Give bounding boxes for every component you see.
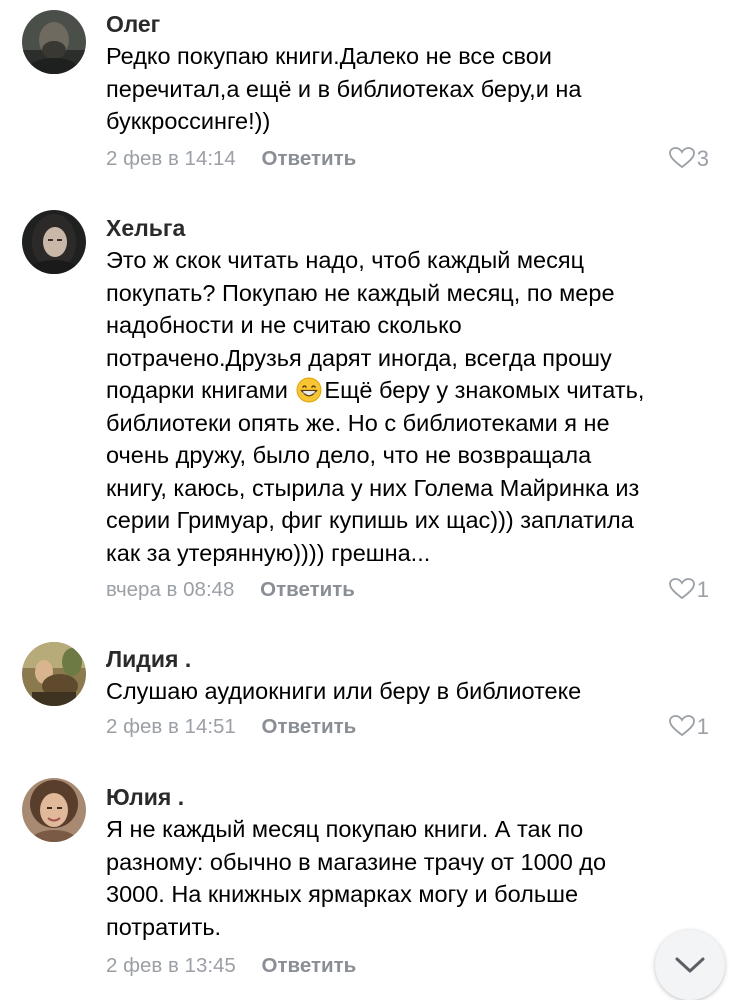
comment-text-line: Редко покупаю книги.Далеко не все свои	[106, 43, 552, 69]
comment-text: Это ж скок читать надо, чтоб каждый меся…	[106, 244, 709, 569]
comment-text: Слушаю аудиокниги или беру в библиотеке	[106, 675, 709, 708]
comment-meta: 2 фев в 14:14 Ответить	[106, 146, 356, 172]
comment-text-segment: Ещё беру у знакомых читать,	[324, 377, 645, 403]
heart-outline-icon	[668, 147, 695, 169]
chevron-down-icon	[675, 957, 705, 973]
like-button[interactable]: 1	[668, 714, 709, 740]
comment-author[interactable]: Юлия .	[106, 783, 709, 811]
scroll-down-button[interactable]	[655, 930, 725, 1000]
comment-text-line: разному: обычно в магазине трачу от 1000…	[106, 848, 607, 875]
comment-text-line: потратить.	[106, 913, 222, 940]
comment-author[interactable]: Олег	[106, 10, 709, 38]
like-count: 1	[696, 714, 709, 739]
comment-text-line: очень дружу, было дело, что не возвращал…	[106, 442, 592, 468]
comment-text: Я не каждый месяц покупаю книги. А так п…	[106, 813, 709, 943]
comment-text-line: перечитал,а ещё и в библиотеках беру,и н…	[106, 75, 582, 102]
comment-date[interactable]: 2 фев в 14:14	[106, 147, 236, 170]
comment-text-line: как за утерянную)))) грешна...	[106, 539, 431, 566]
avatar[interactable]	[22, 642, 86, 706]
comment-text: Редко покупаю книги.Далеко не все свои п…	[106, 40, 709, 138]
like-button[interactable]: 3	[668, 146, 709, 172]
comment-text-line: книгу, каюсь, стырила у них Голема Майри…	[106, 474, 640, 501]
comment-meta: 2 фев в 13:45 Ответить	[106, 953, 356, 979]
reply-button[interactable]: Ответить	[260, 578, 355, 601]
like-count: 3	[696, 146, 709, 171]
comment-meta: вчера в 08:48 Ответить	[106, 577, 355, 603]
comment-date[interactable]: 2 фев в 13:45	[106, 954, 236, 977]
comment-text-line: Слушаю аудиокниги или беру в библиотеке	[106, 678, 582, 704]
reply-button[interactable]: Ответить	[262, 954, 357, 977]
comment-text-line: буккроссинге!))	[106, 108, 271, 134]
comment-date[interactable]: вчера в 08:48	[106, 578, 234, 601]
comment-text-line: Я не каждый месяц покупаю книги. А так п…	[106, 816, 584, 842]
comment-date[interactable]: 2 фев в 14:51	[106, 715, 236, 738]
heart-outline-icon	[668, 715, 695, 737]
reply-button[interactable]: Ответить	[262, 715, 357, 738]
like-button[interactable]: 1	[668, 577, 709, 603]
comment-text-line: потрачено.Друзья дарят иногда, всегда пр…	[106, 344, 612, 371]
avatar[interactable]	[22, 210, 86, 274]
comment-author[interactable]: Хельга	[106, 214, 709, 242]
comment-text-line: серии Гримуар, фиг купишь их щас))) запл…	[106, 507, 634, 533]
reply-button[interactable]: Ответить	[262, 147, 357, 170]
comment-text-line: подарки книгами Ещё беру у знакомых чита…	[106, 374, 709, 407]
comment-text-line: надобности и не считаю сколько	[106, 312, 462, 338]
avatar[interactable]	[22, 778, 86, 842]
comment-text-line: 3000. На книжных ярмарках могу и больше	[106, 881, 579, 907]
like-count: 1	[696, 577, 709, 602]
comment-text-line: Это ж скок читать надо, чтоб каждый меся…	[106, 247, 585, 273]
comment-meta: 2 фев в 14:51 Ответить	[106, 714, 356, 740]
avatar[interactable]	[22, 10, 86, 74]
grinning-face-emoji-icon	[296, 377, 322, 403]
comment-author[interactable]: Лидия .	[106, 645, 709, 673]
comment-text-segment: подарки книгами	[106, 377, 288, 403]
heart-outline-icon	[668, 578, 695, 600]
comment-text-line: библиотеки опять же. Но с библиотеками я…	[106, 409, 610, 436]
comment-text-line: покупать? Покупаю не каждый месяц, по ме…	[106, 279, 615, 306]
